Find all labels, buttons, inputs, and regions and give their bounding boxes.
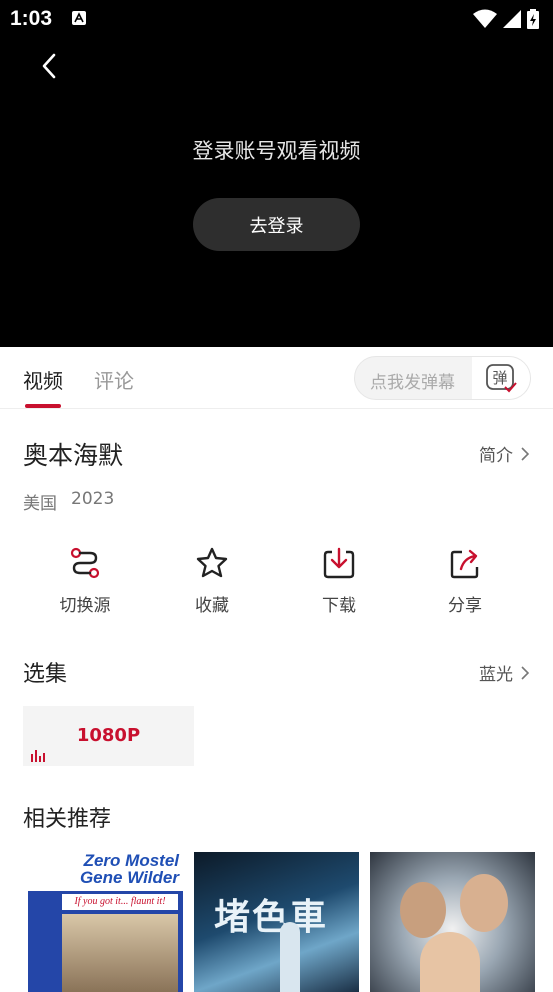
recommend-poster[interactable]: Zero Mostel Gene Wilder If you got it...… [28,852,183,992]
recommend-poster[interactable]: 堵色車 [194,852,359,992]
poster-face [460,874,508,932]
tab-video[interactable]: 视频 [23,365,63,394]
movie-meta: 美国 2023 [23,489,114,514]
episode-item[interactable]: 1080P [23,706,194,766]
poster-tagline: If you got it... flaunt it! [62,894,178,910]
poster-line2: Gene Wilder [79,868,179,887]
favorite-button[interactable]: 收藏 [162,545,262,616]
recommend-title: 相关推荐 [23,807,112,832]
share-button[interactable]: 分享 [415,545,515,616]
intro-link[interactable]: 简介 [479,441,529,466]
active-tab-indicator [25,404,61,408]
movie-year: 2023 [71,489,115,509]
tab-comment[interactable]: 评论 [94,365,134,394]
download-icon [323,547,355,579]
action-label: 分享 [448,596,482,616]
signal-icon [503,10,521,28]
danmu-toggle-button[interactable]: 弹 [472,357,530,399]
switch-source-icon [70,547,100,579]
status-time: 1:03 [10,7,53,30]
star-icon [196,547,228,578]
chevron-right-icon [521,446,529,461]
notification-a-icon [72,11,86,25]
poster-face [400,882,446,938]
recommend-poster[interactable] [370,852,535,992]
action-row: 切换源 收藏 下载 分享 [0,545,553,625]
switch-source-button[interactable]: 切换源 [35,545,135,616]
playing-bars-icon [31,750,45,762]
quality-selector[interactable]: 蓝光 [479,660,529,685]
download-button[interactable]: 下载 [289,545,389,616]
poster-hand [420,932,480,992]
episodes-title: 选集 [23,662,68,687]
danmu-bar: 点我发弹幕 弹 [354,356,531,400]
chevron-right-icon [521,665,529,680]
action-label: 下载 [322,596,356,616]
movie-title: 奥本海默 [23,441,124,470]
video-player[interactable]: 1:03 登录账号观看视频 去登录 [0,0,553,347]
action-label: 切换源 [59,596,111,616]
intro-label: 简介 [479,446,513,466]
status-bar: 1:03 [0,0,553,38]
login-prompt: 登录账号观看视频 [192,139,361,163]
tab-bar: 视频 评论 点我发弹幕 弹 [0,347,553,409]
back-button[interactable] [32,48,66,84]
recommend-list: Zero Mostel Gene Wilder If you got it...… [28,852,535,992]
battery-icon [527,9,539,29]
login-button[interactable]: 去登录 [193,198,360,251]
movie-country: 美国 [23,494,57,514]
danmu-input[interactable]: 点我发弹幕 [370,368,455,393]
poster-line1: Zero Mostel [83,852,179,870]
danmu-toggle-label: 弹 [492,369,507,387]
share-icon [450,549,479,579]
poster-big-text: 堵色車 [214,897,329,938]
chevron-left-icon [42,53,56,79]
action-label: 收藏 [195,596,229,616]
poster-shape [280,922,300,992]
episode-label: 1080P [76,725,141,746]
danmu-icon: 弹 [486,364,517,393]
wifi-icon [473,9,497,28]
quality-label: 蓝光 [479,665,513,685]
poster-photo [62,914,178,992]
